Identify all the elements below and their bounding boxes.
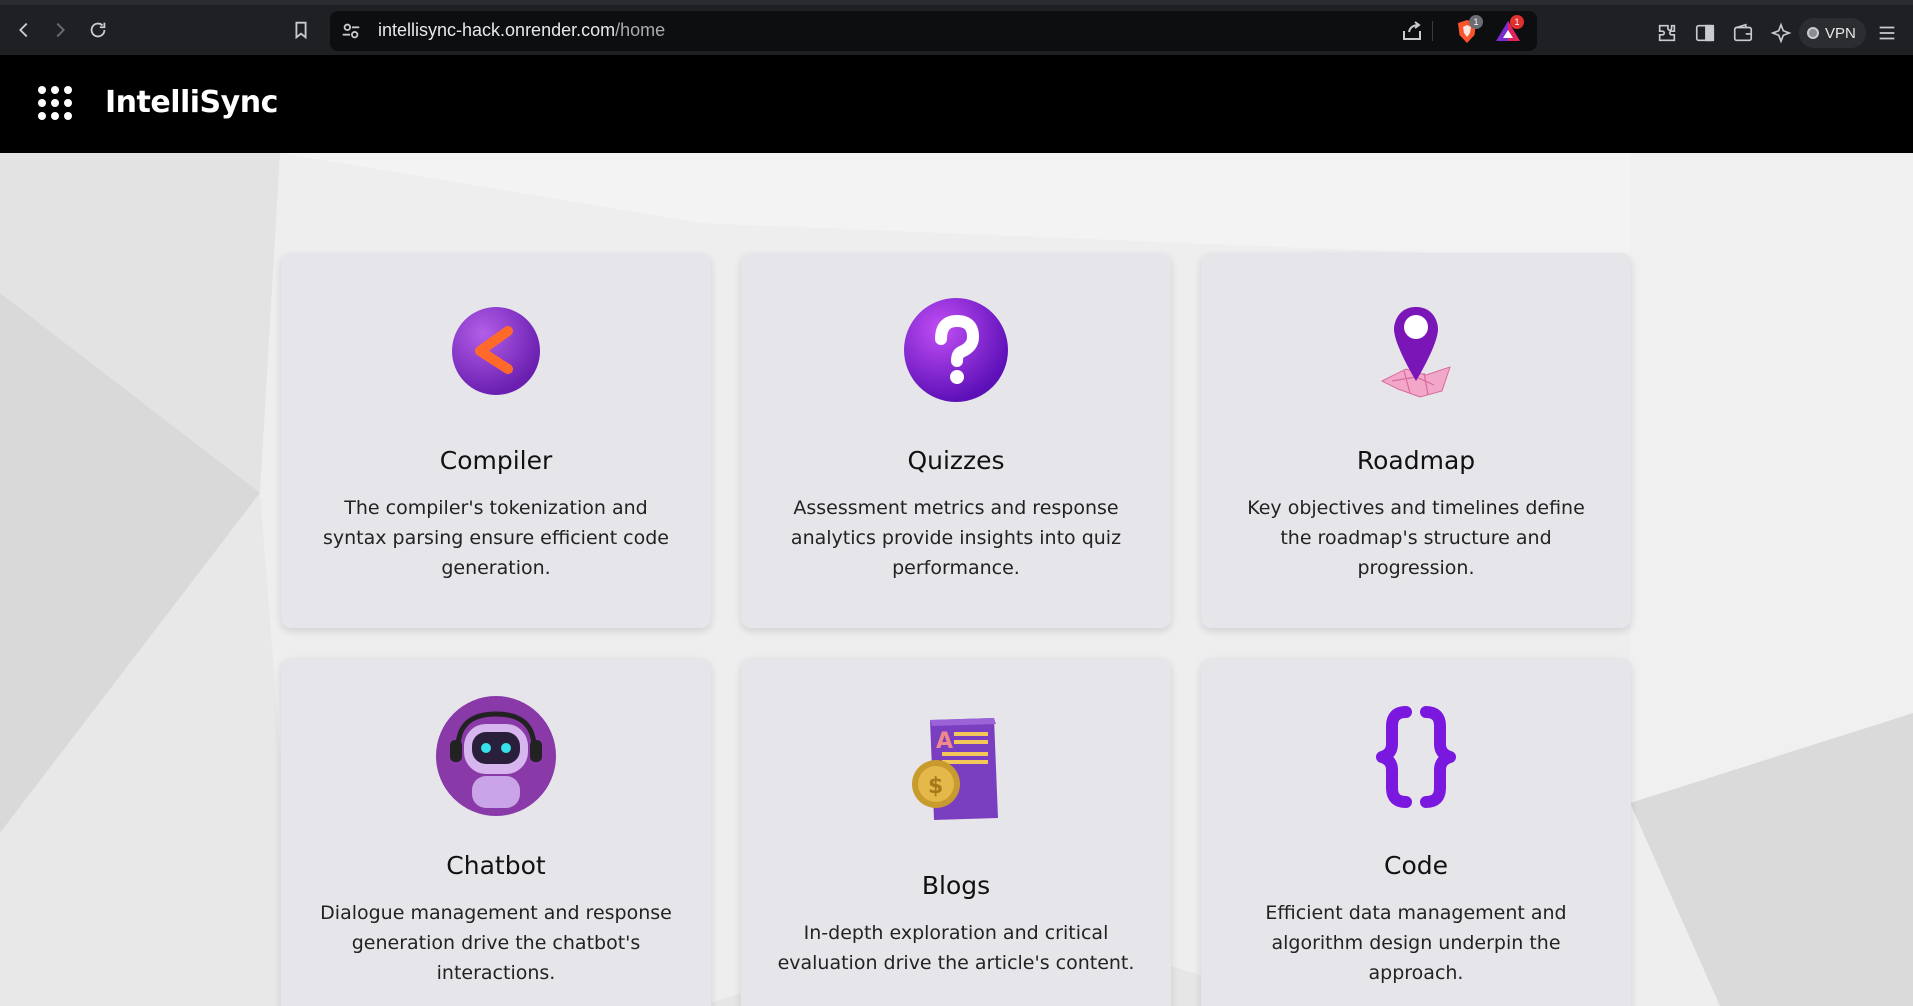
card-description: In-depth exploration and critical evalua… bbox=[777, 922, 1135, 974]
card-title: Quizzes bbox=[907, 446, 1005, 475]
browser-toolbar: intellisync-hack.onrender.com/home 1 1 V… bbox=[0, 0, 1913, 55]
card-description: Efficient data management and algorithm … bbox=[1265, 902, 1567, 984]
url-path: /home bbox=[615, 20, 666, 40]
compiler-icon bbox=[281, 305, 711, 397]
card-title: Chatbot bbox=[446, 851, 546, 880]
bookmark-icon[interactable] bbox=[289, 18, 313, 42]
main-content: Compiler The compiler's tokenization and… bbox=[0, 153, 1913, 1006]
curly-braces-icon bbox=[1201, 704, 1631, 810]
url-host: intellisync-hack.onrender.com bbox=[378, 20, 616, 40]
chatbot-card[interactable]: Chatbot Dialogue management and response… bbox=[281, 658, 711, 1006]
card-title: Code bbox=[1383, 851, 1448, 880]
question-mark-icon bbox=[741, 297, 1171, 403]
url-separator bbox=[1432, 21, 1433, 41]
leo-ai-icon[interactable] bbox=[1770, 22, 1792, 44]
card-description: Key objectives and timelines define the … bbox=[1247, 497, 1585, 579]
shield-count-badge: 1 bbox=[1469, 15, 1483, 29]
compiler-card[interactable]: Compiler The compiler's tokenization and… bbox=[281, 253, 711, 628]
url-text[interactable]: intellisync-hack.onrender.com/home bbox=[378, 20, 665, 41]
article-coin-icon: A $ bbox=[741, 714, 1171, 824]
address-bar[interactable]: intellisync-hack.onrender.com/home 1 1 bbox=[330, 11, 1537, 51]
robot-icon bbox=[281, 696, 711, 816]
reload-icon[interactable] bbox=[86, 18, 110, 42]
card-description: Dialogue management and response generat… bbox=[320, 902, 672, 984]
quizzes-card[interactable]: Quizzes Assessment metrics and response … bbox=[741, 253, 1171, 628]
svg-text:$: $ bbox=[928, 774, 943, 799]
code-card[interactable]: Code Efficient data management and algor… bbox=[1201, 658, 1631, 1006]
menu-icon[interactable] bbox=[1876, 22, 1898, 44]
app-grid-menu-icon[interactable] bbox=[38, 86, 72, 120]
card-title: Blogs bbox=[921, 871, 991, 900]
card-title: Compiler bbox=[439, 446, 553, 475]
sidebar-icon[interactable] bbox=[1694, 22, 1716, 44]
blogs-card[interactable]: A $ Blogs In-depth exploration and criti… bbox=[741, 658, 1171, 1006]
brave-shield-icon[interactable]: 1 bbox=[1455, 15, 1483, 45]
roadmap-card[interactable]: Roadmap Key objectives and timelines def… bbox=[1201, 253, 1631, 628]
card-description: Assessment metrics and response analytic… bbox=[790, 497, 1122, 579]
app-header: IntelliSync bbox=[0, 55, 1913, 153]
extensions-icon[interactable] bbox=[1656, 22, 1678, 44]
svg-text:A: A bbox=[936, 729, 953, 754]
card-description: The compiler's tokenization and syntax p… bbox=[322, 497, 670, 579]
vpn-label: VPN bbox=[1825, 24, 1856, 42]
card-title: Roadmap bbox=[1356, 446, 1476, 475]
vpn-button[interactable]: VPN bbox=[1799, 18, 1866, 48]
forward-icon[interactable] bbox=[48, 18, 72, 42]
vpn-status-icon bbox=[1807, 27, 1819, 39]
brand-logo-text[interactable]: IntelliSync bbox=[105, 85, 278, 120]
map-pin-icon bbox=[1201, 301, 1631, 401]
brave-rewards-icon[interactable]: 1 bbox=[1495, 15, 1524, 43]
wallet-icon[interactable] bbox=[1732, 22, 1754, 44]
rewards-count-badge: 1 bbox=[1510, 15, 1524, 29]
site-settings-icon[interactable] bbox=[340, 20, 362, 42]
share-icon[interactable] bbox=[1400, 19, 1424, 43]
back-icon[interactable] bbox=[12, 18, 36, 42]
